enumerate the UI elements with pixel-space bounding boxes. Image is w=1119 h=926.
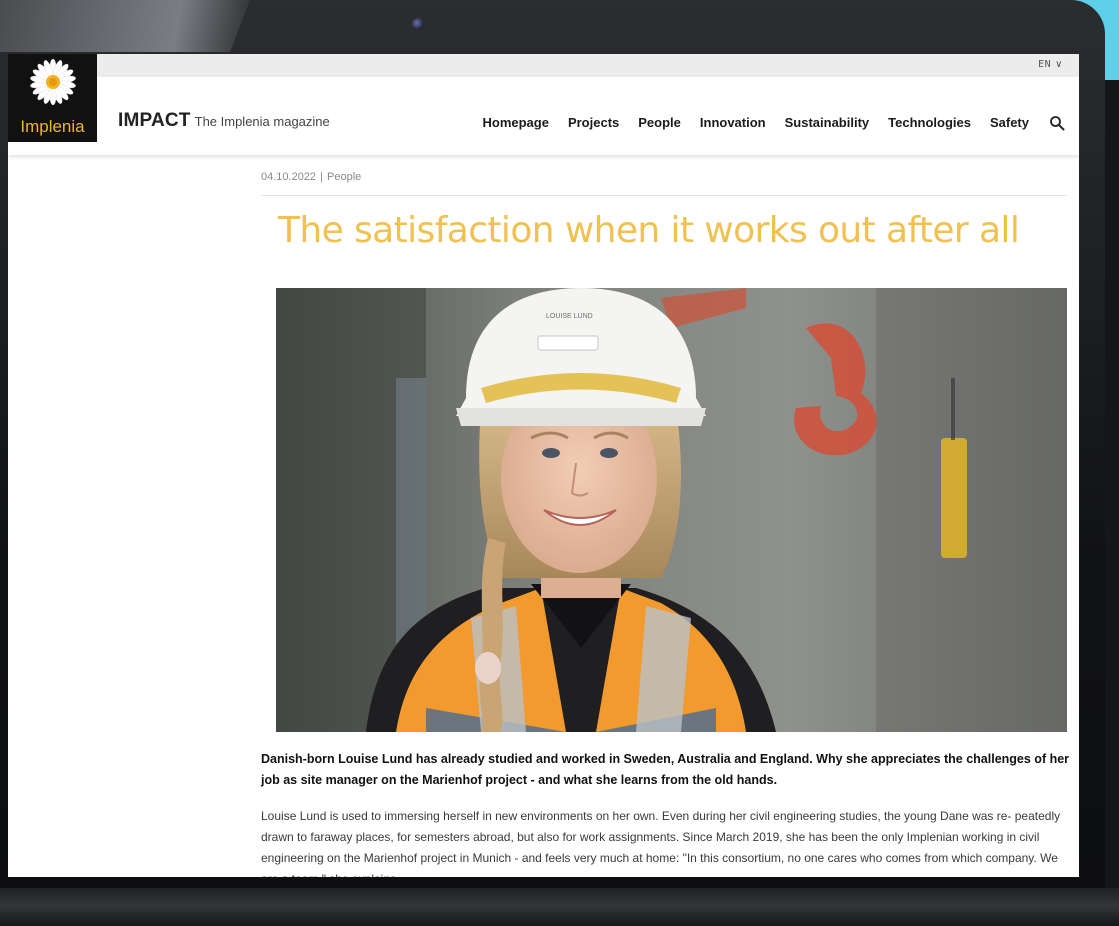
- meta-separator: |: [317, 171, 327, 183]
- utility-bar: EN ∨: [8, 54, 1079, 77]
- magazine-brand[interactable]: IMPACT The Implenia magazine: [118, 110, 330, 132]
- nav-item-projects[interactable]: Projects: [568, 115, 619, 130]
- article-hero-image: LOUISE LUND: [276, 288, 1067, 732]
- daisy-icon: [30, 58, 76, 106]
- nav-item-people[interactable]: People: [638, 115, 681, 130]
- article-body: Louise Lund is used to immersing herself…: [261, 809, 1061, 877]
- browser-viewport: EN ∨ Implenia IMPACT The Implenia magazi…: [8, 54, 1079, 877]
- bezel-glare: [0, 0, 250, 52]
- nav-item-homepage[interactable]: Homepage: [482, 115, 548, 130]
- helmet-name-label: LOUISE LUND: [546, 313, 593, 320]
- implenia-logo[interactable]: Implenia: [8, 54, 97, 142]
- brand-tagline: The Implenia magazine: [194, 114, 330, 129]
- article-title: The satisfaction when it works out after…: [278, 210, 1020, 251]
- search-icon[interactable]: [1049, 115, 1065, 131]
- language-label: EN: [1038, 59, 1052, 70]
- article-category[interactable]: People: [327, 171, 361, 183]
- webcam-icon: [412, 18, 424, 30]
- nav-item-innovation[interactable]: Innovation: [700, 115, 766, 130]
- article-meta: 04.10.2022 | People: [261, 171, 361, 183]
- brand-name: IMPACT: [118, 110, 191, 131]
- site-header: Implenia IMPACT The Implenia magazine Hom…: [8, 54, 1079, 155]
- article-date: 04.10.2022: [261, 171, 317, 183]
- nav-item-safety[interactable]: Safety: [990, 115, 1029, 130]
- nav-item-technologies[interactable]: Technologies: [888, 115, 971, 130]
- divider: [261, 195, 1067, 196]
- language-selector[interactable]: EN ∨: [1038, 59, 1063, 70]
- article-lead: Danish-born Louise Lund has already stud…: [261, 752, 1070, 787]
- laptop-base: [0, 888, 1119, 926]
- chevron-down-icon: ∨: [1055, 59, 1063, 70]
- logo-text: Implenia: [20, 117, 85, 136]
- main-navigation: Homepage Projects People Innovation Sust…: [482, 115, 1029, 130]
- nav-item-sustainability[interactable]: Sustainability: [785, 115, 870, 130]
